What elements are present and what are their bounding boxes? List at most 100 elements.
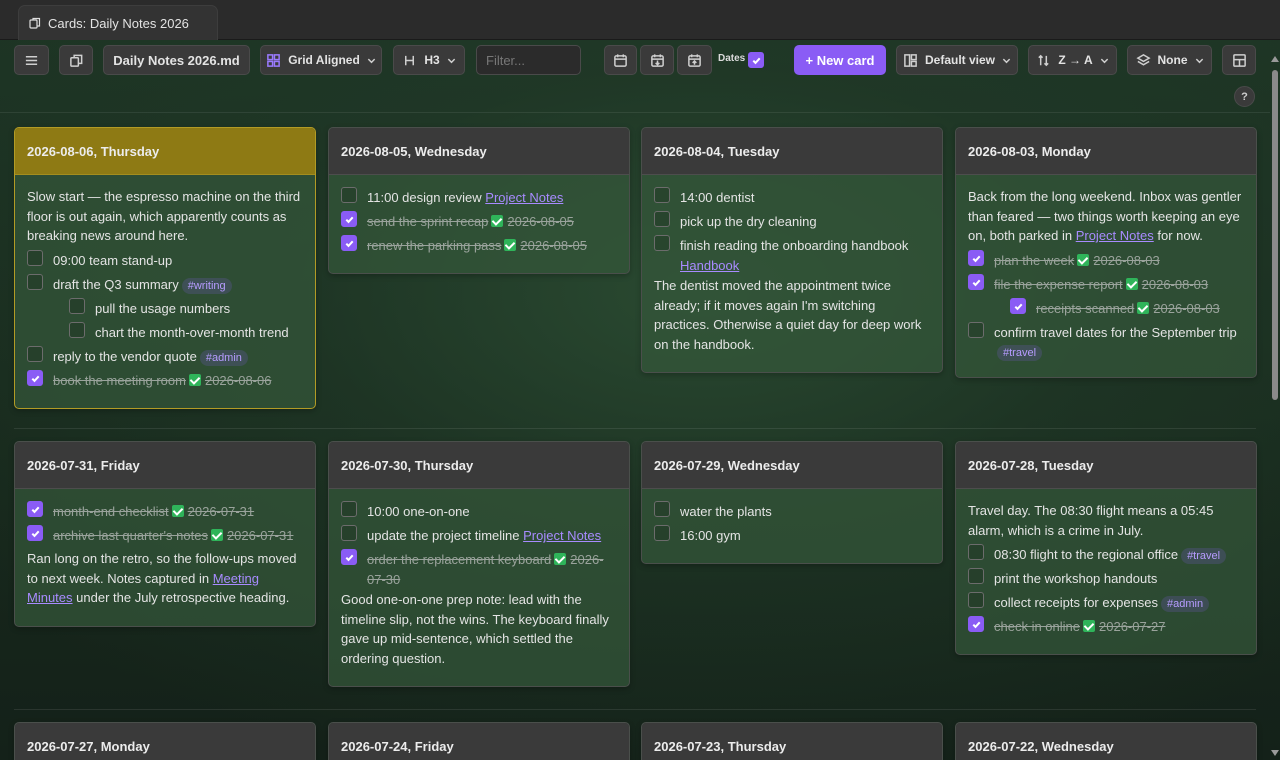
task-content: 11:00 design review Project Notes — [367, 190, 563, 205]
task-checkbox[interactable] — [341, 187, 357, 203]
note-link[interactable]: Project Notes — [523, 528, 601, 543]
note-card[interactable]: 2026-07-22, Wednesday — [955, 722, 1257, 760]
note-card[interactable]: 2026-08-04, Tuesday 14:00 dentist pick up … — [641, 127, 943, 373]
task-checkbox[interactable] — [27, 369, 43, 386]
paragraph-text: for now. — [1153, 228, 1203, 243]
card-title[interactable]: 2026-07-31, Friday — [15, 442, 315, 489]
task-checkbox[interactable] — [27, 501, 43, 517]
card-title[interactable]: 2026-07-28, Tuesday — [956, 442, 1256, 489]
task-content: 08:30 flight to the regional office — [994, 547, 1178, 562]
card-title[interactable]: 2026-07-29, Wednesday — [642, 442, 942, 489]
task-checkbox[interactable] — [341, 549, 357, 565]
note-card[interactable]: 2026-07-30, Thursday 10:00 one-on-one upda… — [328, 441, 630, 687]
task-checkbox[interactable] — [968, 544, 984, 560]
task-text: collect receipts for expenses — [994, 595, 1159, 610]
file-name-button[interactable]: Daily Notes 2026.md — [103, 45, 250, 75]
task-item: check in online 2026-07-27 — [968, 616, 1244, 639]
grid-icon — [267, 53, 281, 67]
task-checkbox[interactable] — [654, 211, 670, 227]
note-link[interactable]: Handbook — [680, 258, 739, 273]
task-checkbox[interactable] — [69, 297, 85, 314]
task-item: update the project timeline Project Note… — [341, 525, 617, 548]
card-title[interactable]: 2026-07-23, Thursday — [642, 723, 942, 760]
note-card[interactable]: 2026-08-05, Wednesday 11:00 design review… — [328, 127, 630, 274]
card-title[interactable]: 2026-08-06, Thursday — [15, 128, 315, 175]
task-checkbox[interactable] — [341, 501, 357, 517]
task-checkbox[interactable] — [27, 273, 43, 290]
note-link[interactable]: Project Notes — [1076, 228, 1154, 243]
task-checkbox[interactable] — [968, 616, 984, 632]
task-checkbox[interactable] — [968, 568, 984, 584]
task-text: water the plants — [680, 504, 772, 519]
tag-badge[interactable]: #travel — [1181, 548, 1227, 564]
task-checkbox[interactable] — [968, 273, 984, 290]
view-dropdown[interactable]: Default view — [896, 45, 1018, 75]
note-card[interactable]: 2026-07-23, Thursday — [641, 722, 943, 760]
cards-toggle-button[interactable] — [59, 45, 93, 75]
filter-input[interactable] — [476, 45, 581, 75]
note-card[interactable]: 2026-07-27, Monday — [14, 722, 316, 760]
dates-checkbox[interactable] — [748, 52, 764, 68]
task-checkbox[interactable] — [1010, 297, 1026, 314]
task-checkbox[interactable] — [654, 235, 670, 251]
task-item: renew the parking pass 2026-08-05 — [341, 235, 617, 258]
card-title[interactable]: 2026-08-04, Tuesday — [642, 128, 942, 175]
tag-badge[interactable]: #writing — [181, 277, 232, 294]
task-checkbox[interactable] — [654, 187, 670, 203]
card-title[interactable]: 2026-07-30, Thursday — [329, 442, 629, 489]
note-card[interactable]: 2026-07-29, Wednesday water the plants 16:… — [641, 441, 943, 564]
card-title[interactable]: 2026-07-27, Monday — [15, 723, 315, 760]
card-title[interactable]: 2026-07-24, Friday — [329, 723, 629, 760]
card-title[interactable]: 2026-07-22, Wednesday — [956, 723, 1256, 760]
calendar-sort-down-button[interactable] — [640, 45, 674, 75]
note-card[interactable]: 2026-08-06, Thursday Slow start — the esp… — [14, 127, 316, 409]
task-checkbox[interactable] — [968, 249, 984, 266]
scroll-down-arrow[interactable] — [1271, 750, 1279, 756]
card-title[interactable]: 2026-08-03, Monday — [956, 128, 1256, 175]
task-checkbox[interactable] — [968, 592, 984, 608]
layout-settings-button[interactable] — [1222, 45, 1256, 75]
task-content: order the replacement keyboard 2026-07-30 — [367, 552, 604, 587]
new-card-button[interactable]: + New card — [794, 45, 886, 75]
note-card[interactable]: 2026-07-31, Friday month-end checklist 202… — [14, 441, 316, 627]
scrollbar-thumb[interactable] — [1272, 70, 1278, 400]
calendar-button[interactable] — [604, 45, 637, 75]
task-checkbox[interactable] — [341, 235, 357, 251]
task-checkbox[interactable] — [27, 249, 43, 266]
heading-dropdown[interactable]: H3 — [393, 45, 465, 75]
card-body: Back from the long weekend. Inbox was ge… — [956, 175, 1256, 377]
task-content: archive last quarter's notes 2026-07-31 — [53, 528, 293, 543]
task-checkbox[interactable] — [69, 321, 85, 338]
sort-dropdown[interactable]: Z → A — [1028, 45, 1117, 75]
help-button[interactable]: ? — [1234, 86, 1255, 107]
tag-badge[interactable]: #travel — [997, 345, 1043, 361]
card-title[interactable]: 2026-08-05, Wednesday — [329, 128, 629, 175]
task-checkbox[interactable] — [341, 525, 357, 541]
group-dropdown[interactable]: None — [1127, 45, 1212, 75]
task-checkbox[interactable] — [654, 501, 670, 517]
task-text: 09:00 team stand-up — [53, 252, 173, 268]
task-checkbox[interactable] — [27, 525, 43, 541]
note-card[interactable]: 2026-07-28, Tuesday Travel day. The 08:30… — [955, 441, 1257, 655]
task-item: send the sprint recap 2026-08-05 — [341, 211, 617, 234]
tag-badge[interactable]: #admin — [1161, 596, 1210, 612]
menu-button[interactable] — [14, 45, 49, 75]
note-card[interactable]: 2026-08-03, Monday Back from the long wee… — [955, 127, 1257, 378]
task-checkbox[interactable] — [654, 525, 670, 541]
task-content: 10:00 one-on-one — [367, 504, 470, 519]
layout-dropdown[interactable]: Grid Aligned — [260, 45, 382, 75]
checkmark-icon — [31, 506, 40, 514]
note-link[interactable]: Project Notes — [485, 190, 563, 205]
tag-badge[interactable]: #admin — [199, 349, 248, 366]
task-item: pull the usage numbers — [69, 297, 303, 321]
task-text: renew the parking pass — [367, 238, 502, 253]
row-divider — [14, 709, 1256, 710]
scroll-up-arrow[interactable] — [1271, 56, 1279, 62]
tab-cards-view[interactable]: Cards: Daily Notes 2026 — [18, 5, 218, 40]
task-checkbox[interactable] — [341, 211, 357, 227]
task-checkbox[interactable] — [968, 321, 984, 338]
task-item: pick up the dry cleaning — [654, 211, 930, 234]
task-checkbox[interactable] — [27, 345, 43, 362]
calendar-sort-up-button[interactable] — [677, 45, 712, 75]
note-card[interactable]: 2026-07-24, Friday — [328, 722, 630, 760]
